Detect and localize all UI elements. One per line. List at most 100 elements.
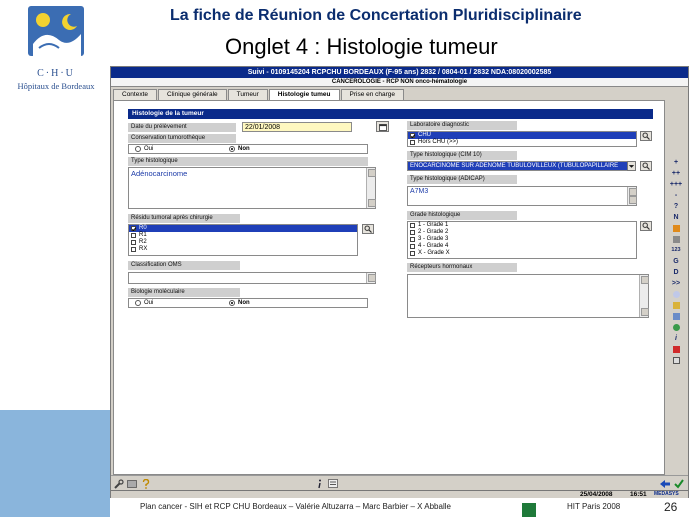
keyboard-button[interactable] xyxy=(126,478,137,489)
folder-icon xyxy=(672,301,680,309)
add-button[interactable]: + xyxy=(666,157,686,168)
d-button[interactable]: D xyxy=(666,267,686,278)
check-icon xyxy=(673,478,684,489)
search-icon xyxy=(364,225,372,233)
cim-dropdown-button[interactable] xyxy=(627,161,636,171)
scrollbar[interactable] xyxy=(366,168,376,208)
recepteurs-label: Récepteurs hormonaux xyxy=(407,263,517,272)
recepteurs-textarea[interactable] xyxy=(407,274,649,318)
checkbox-checked[interactable] xyxy=(131,226,136,231)
tab-bar: Contexte Clinique générale Tumeur Histol… xyxy=(113,89,405,101)
tab-clinique-generale[interactable]: Clinique générale xyxy=(158,89,227,100)
list-item[interactable]: 1 - Grade 1 xyxy=(408,222,636,229)
add-more-button[interactable]: ++ xyxy=(666,168,686,179)
validate-button[interactable] xyxy=(673,478,684,489)
tab-contexte[interactable]: Contexte xyxy=(113,89,158,100)
question-icon xyxy=(142,478,149,489)
list-item[interactable]: 3 - Grade 3 xyxy=(408,236,636,243)
warning-button[interactable] xyxy=(666,223,686,234)
list-item[interactable]: X - Grade X xyxy=(408,250,636,257)
grade-search-button[interactable] xyxy=(640,221,652,231)
globe-icon xyxy=(672,323,680,331)
checkbox[interactable] xyxy=(410,237,415,242)
checkbox[interactable] xyxy=(410,251,415,256)
grade-label: Grade histologique xyxy=(407,211,517,220)
normal-button[interactable]: N xyxy=(666,212,686,223)
grade-list[interactable]: 1 - Grade 1 2 - Grade 2 3 - Grade 3 4 - … xyxy=(407,221,637,259)
cim-search-button[interactable] xyxy=(640,161,652,171)
oms-field[interactable] xyxy=(128,272,376,284)
calendar-icon xyxy=(378,123,387,131)
date-field[interactable]: 22/01/2008 xyxy=(242,122,352,132)
biologie-radio-oui[interactable]: Oui xyxy=(135,299,153,307)
checkbox[interactable] xyxy=(410,223,415,228)
scrollbar[interactable] xyxy=(627,187,637,205)
next-button[interactable]: >> xyxy=(666,278,686,289)
list-item[interactable]: 2 - Grade 2 xyxy=(408,229,636,236)
list-item[interactable]: CHU xyxy=(408,132,636,139)
g-button[interactable]: G xyxy=(666,256,686,267)
adicap-field[interactable]: A7M3 xyxy=(407,186,637,206)
info-bottom-button[interactable] xyxy=(314,478,325,489)
calendar-button[interactable] xyxy=(376,121,389,132)
remove-button[interactable]: - xyxy=(666,190,686,201)
globe-button[interactable] xyxy=(666,322,686,333)
checkbox[interactable] xyxy=(410,244,415,249)
tools-button[interactable] xyxy=(666,311,686,322)
zoom-button[interactable] xyxy=(666,289,686,300)
logo-text: C·H·U xyxy=(37,68,75,79)
slide-event: HIT Paris 2008 xyxy=(567,502,621,511)
edit-bottom-button[interactable] xyxy=(327,478,338,489)
scrollbar[interactable] xyxy=(639,275,649,317)
residu-list[interactable]: R0 R1 R2 RX xyxy=(128,224,358,256)
radio-label: Non xyxy=(238,146,250,152)
labo-list[interactable]: CHU Hors CHU (>>) xyxy=(407,131,637,147)
radio-dot xyxy=(135,300,141,306)
checkbox[interactable] xyxy=(131,233,136,238)
list-item[interactable]: R2 xyxy=(129,239,357,246)
tab-tumeur[interactable]: Tumeur xyxy=(227,89,268,100)
folder-button[interactable] xyxy=(666,300,686,311)
conservation-radio-oui[interactable]: Oui xyxy=(135,145,153,153)
list-item-label: CHU xyxy=(418,132,431,138)
residu-search-button[interactable] xyxy=(362,224,374,234)
delete-button[interactable] xyxy=(666,344,686,355)
cim-select[interactable]: ENOCARCINOME SUR ADENOME TUBULOVILLEUX (… xyxy=(407,161,629,171)
biologie-radio-non[interactable]: Non xyxy=(229,299,250,307)
date-label: Date du prélèvement xyxy=(128,123,236,132)
info-icon xyxy=(317,479,321,488)
checkbox[interactable] xyxy=(131,240,136,245)
copy-button[interactable] xyxy=(666,355,686,366)
logo-subtext: Hôpitaux de Bordeaux xyxy=(17,81,95,91)
labo-search-button[interactable] xyxy=(640,131,652,141)
list-item[interactable]: RX xyxy=(129,246,357,253)
help-button[interactable]: ? xyxy=(666,201,686,212)
context-header: CANCEROLOGIE - RCP NON onco-hématologie xyxy=(111,78,688,87)
checkbox[interactable] xyxy=(410,230,415,235)
help-bottom-button[interactable] xyxy=(140,478,151,489)
list-item[interactable]: 4 - Grade 4 xyxy=(408,243,636,250)
checkbox[interactable] xyxy=(131,247,136,252)
keyboard-icon xyxy=(126,479,137,488)
arrow-left-icon xyxy=(659,479,670,488)
list-item[interactable]: Hors CHU (>>) xyxy=(408,139,636,146)
numeric-button[interactable]: 123 xyxy=(666,245,686,256)
tab-prise-en-charge[interactable]: Prise en charge xyxy=(340,89,405,100)
list-item[interactable]: R0 xyxy=(129,225,357,232)
checkbox[interactable] xyxy=(410,140,415,145)
decorative-band xyxy=(0,410,110,517)
add-all-button[interactable]: +++ xyxy=(666,179,686,190)
tools-bottom-button[interactable] xyxy=(113,478,124,489)
info-button[interactable]: i xyxy=(666,333,686,344)
copy-icon xyxy=(672,356,680,364)
list-button[interactable] xyxy=(666,234,686,245)
status-brand: MEDASYS xyxy=(654,491,679,497)
checkbox-checked[interactable] xyxy=(410,133,415,138)
conservation-radio-non[interactable]: Non xyxy=(229,145,250,153)
list-item[interactable]: R1 xyxy=(129,232,357,239)
back-button[interactable] xyxy=(659,478,670,489)
type-histologique-textarea[interactable]: Adénocarcinome xyxy=(128,167,376,209)
scrollbar[interactable] xyxy=(366,273,376,283)
oms-value xyxy=(129,273,375,275)
list-icon xyxy=(672,235,680,243)
